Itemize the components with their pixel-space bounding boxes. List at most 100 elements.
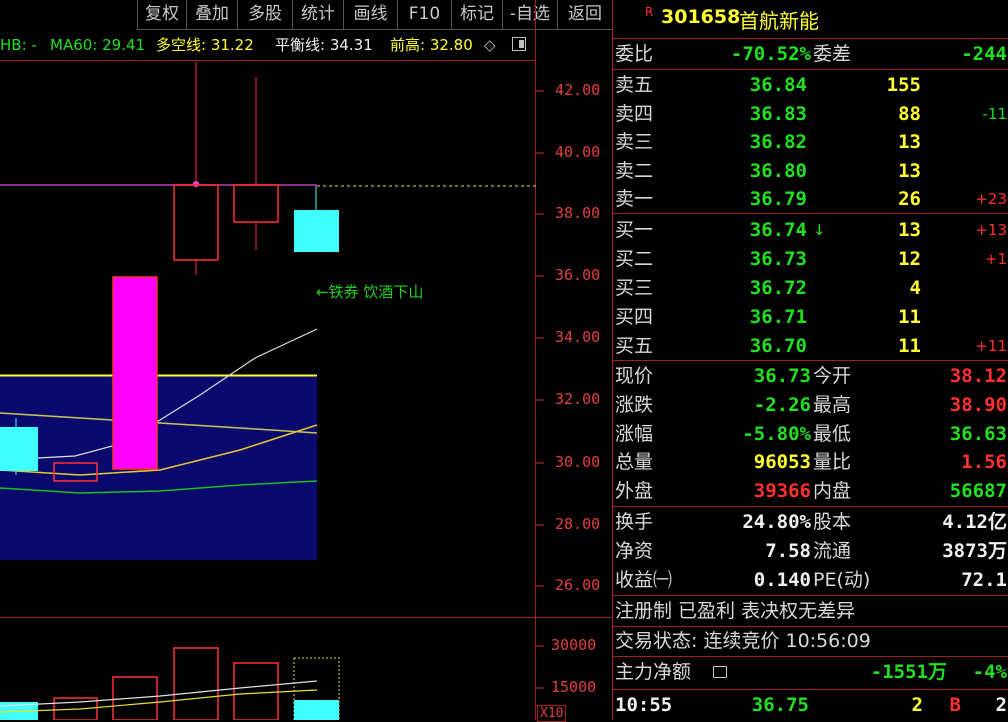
sell-level-row: 卖五 36.84 155 (613, 71, 1008, 100)
trade-status-row: 交易状态: 连续竞价 10:56:09 (613, 627, 1008, 656)
sell-price: 36.84 (749, 74, 807, 96)
vol-ma-2 (0, 689, 318, 713)
tick-volume: 2 (911, 694, 923, 716)
buy-label: 买一 (615, 219, 654, 241)
fund-value: 7.58 (765, 539, 811, 562)
sell-label: 卖三 (615, 131, 654, 153)
quote-value: 36.73 (753, 365, 811, 387)
fund-row: 收益㈠ 0.140 PE(动) 72.1 (613, 566, 1008, 595)
price-tick: 28.00 (555, 515, 601, 533)
buy-price: 36.70 (749, 335, 807, 357)
weicha-label: 委差 (813, 43, 852, 65)
sell-level-row: 卖二 36.80 13 (613, 157, 1008, 186)
tick-time: 10:55 (615, 694, 673, 716)
buy-level-row: 买五 36.70 11 +11 (613, 332, 1008, 361)
main-net-pct: -4% (972, 661, 1007, 683)
quote-value: 39366 (753, 480, 811, 503)
fund-label: 净资 (615, 539, 654, 562)
buy-volume: 13 (898, 219, 921, 241)
buy-label: 买四 (615, 306, 654, 328)
chart-annotation: ←铁券 饮酒下山 (316, 283, 424, 301)
fund-label: PE(动) (813, 568, 871, 591)
fund-label: 股本 (813, 511, 852, 533)
fund-value: 0.140 (753, 568, 811, 591)
price-tick: 34.00 (555, 328, 601, 346)
candle-3 (112, 276, 158, 470)
candle-4 (173, 62, 219, 275)
sell-level-row: 卖一 36.79 26 +23 (613, 185, 1008, 214)
fund-row: 换手 24.80% 股本 4.12亿 (613, 508, 1008, 537)
stock-tags: 注册制 已盈利 表决权无差异 (615, 600, 856, 622)
main-net-label: 主力净额 (615, 661, 692, 683)
price-tick: 36.00 (555, 266, 601, 284)
fund-value: 24.80% (742, 511, 811, 533)
weibi-label: 委比 (615, 43, 654, 65)
buy-level-row: 买三 36.72 4 (613, 274, 1008, 303)
weibi-row: 委比 -70.52% 委差 -244 (613, 40, 1008, 69)
tags-row: 注册制 已盈利 表决权无差异 (613, 597, 1008, 626)
fund-row: 净资 7.58 流通 3873万 (613, 537, 1008, 566)
quote-value: 1.56 (961, 451, 1007, 474)
quote-label: 内盘 (813, 480, 852, 503)
weicha-value: -244 (961, 43, 1007, 65)
quote-value: 38.12 (949, 365, 1007, 387)
quote-label: 涨幅 (615, 422, 654, 445)
sell-level-row: 卖三 36.82 13 (613, 128, 1008, 157)
quote-row: 外盘 39366 内盘 56687 (613, 477, 1008, 506)
tick-price: 36.75 (751, 694, 809, 716)
sell-price: 36.79 (749, 188, 807, 210)
quote-value: 38.90 (949, 393, 1007, 416)
stock-code: 301658 (661, 6, 741, 28)
fund-value: 72.1 (961, 568, 1007, 591)
tick-count: 2 (995, 694, 1007, 716)
buy-level-row: 买一 36.74 ↓ 13 +13 (613, 216, 1008, 245)
main-net-row[interactable]: 主力净额 -1551万 -4% (613, 658, 1008, 687)
quote-label: 涨跌 (615, 393, 654, 416)
sell-change: +23 (975, 190, 1007, 208)
buy-change: +11 (975, 337, 1007, 355)
trade-status: 交易状态: 连续竞价 10:56:09 (615, 630, 871, 652)
buy-label: 买二 (615, 248, 654, 270)
quote-label: 最低 (813, 422, 852, 445)
buy-volume: 11 (898, 306, 921, 328)
quote-label: 总量 (615, 451, 654, 474)
buy-price: 36.73 (749, 248, 807, 270)
fund-value: 3873万 (942, 539, 1007, 562)
sell-price: 36.82 (749, 131, 807, 153)
sell-label: 卖一 (615, 188, 654, 210)
sell-price: 36.80 (749, 159, 807, 182)
fund-label: 收益㈠ (615, 568, 673, 591)
tick-side: B (949, 694, 961, 716)
rz-badge: R (645, 5, 654, 19)
price-axis-ticks (536, 90, 544, 689)
quote-label: 现价 (615, 365, 654, 387)
quote-value: 56687 (949, 480, 1007, 503)
main-net-value: -1551万 (870, 661, 947, 683)
list-icon[interactable] (713, 666, 727, 678)
quote-row: 现价 36.73 今开 38.12 (613, 362, 1008, 391)
buy-change: +1 (984, 250, 1007, 268)
tick-row: 10:55 36.75 2 B 2 (613, 691, 1008, 720)
buy-price: 36.72 (749, 277, 807, 299)
quote-row: 涨跌 -2.26 最高 38.90 (613, 391, 1008, 420)
quote-value: -5.80% (742, 422, 811, 445)
sell-label: 卖四 (615, 102, 654, 125)
quote-label: 最高 (813, 393, 852, 416)
quote-row: 涨幅 -5.80% 最低 36.63 (613, 420, 1008, 449)
buy-level-row: 买二 36.73 12 +1 (613, 245, 1008, 274)
quote-value: 36.63 (949, 422, 1007, 445)
buy-volume: 11 (898, 335, 921, 357)
sell-volume: 13 (898, 159, 921, 182)
buy-volume: 12 (898, 248, 921, 270)
kline-chart[interactable] (0, 0, 612, 720)
volume-tick: 30000 (551, 636, 597, 654)
buy-label: 买三 (615, 277, 654, 299)
price-tick: 42.00 (555, 81, 601, 99)
weibi-value: -70.52% (730, 43, 811, 65)
stock-header: R 301658 首航新能 (613, 0, 1008, 38)
buy-price: 36.74 (749, 219, 807, 241)
fund-value: 4.12亿 (942, 511, 1007, 533)
candle-6 (294, 186, 339, 252)
price-tick: 32.00 (555, 390, 601, 408)
fund-label: 流通 (813, 539, 852, 562)
